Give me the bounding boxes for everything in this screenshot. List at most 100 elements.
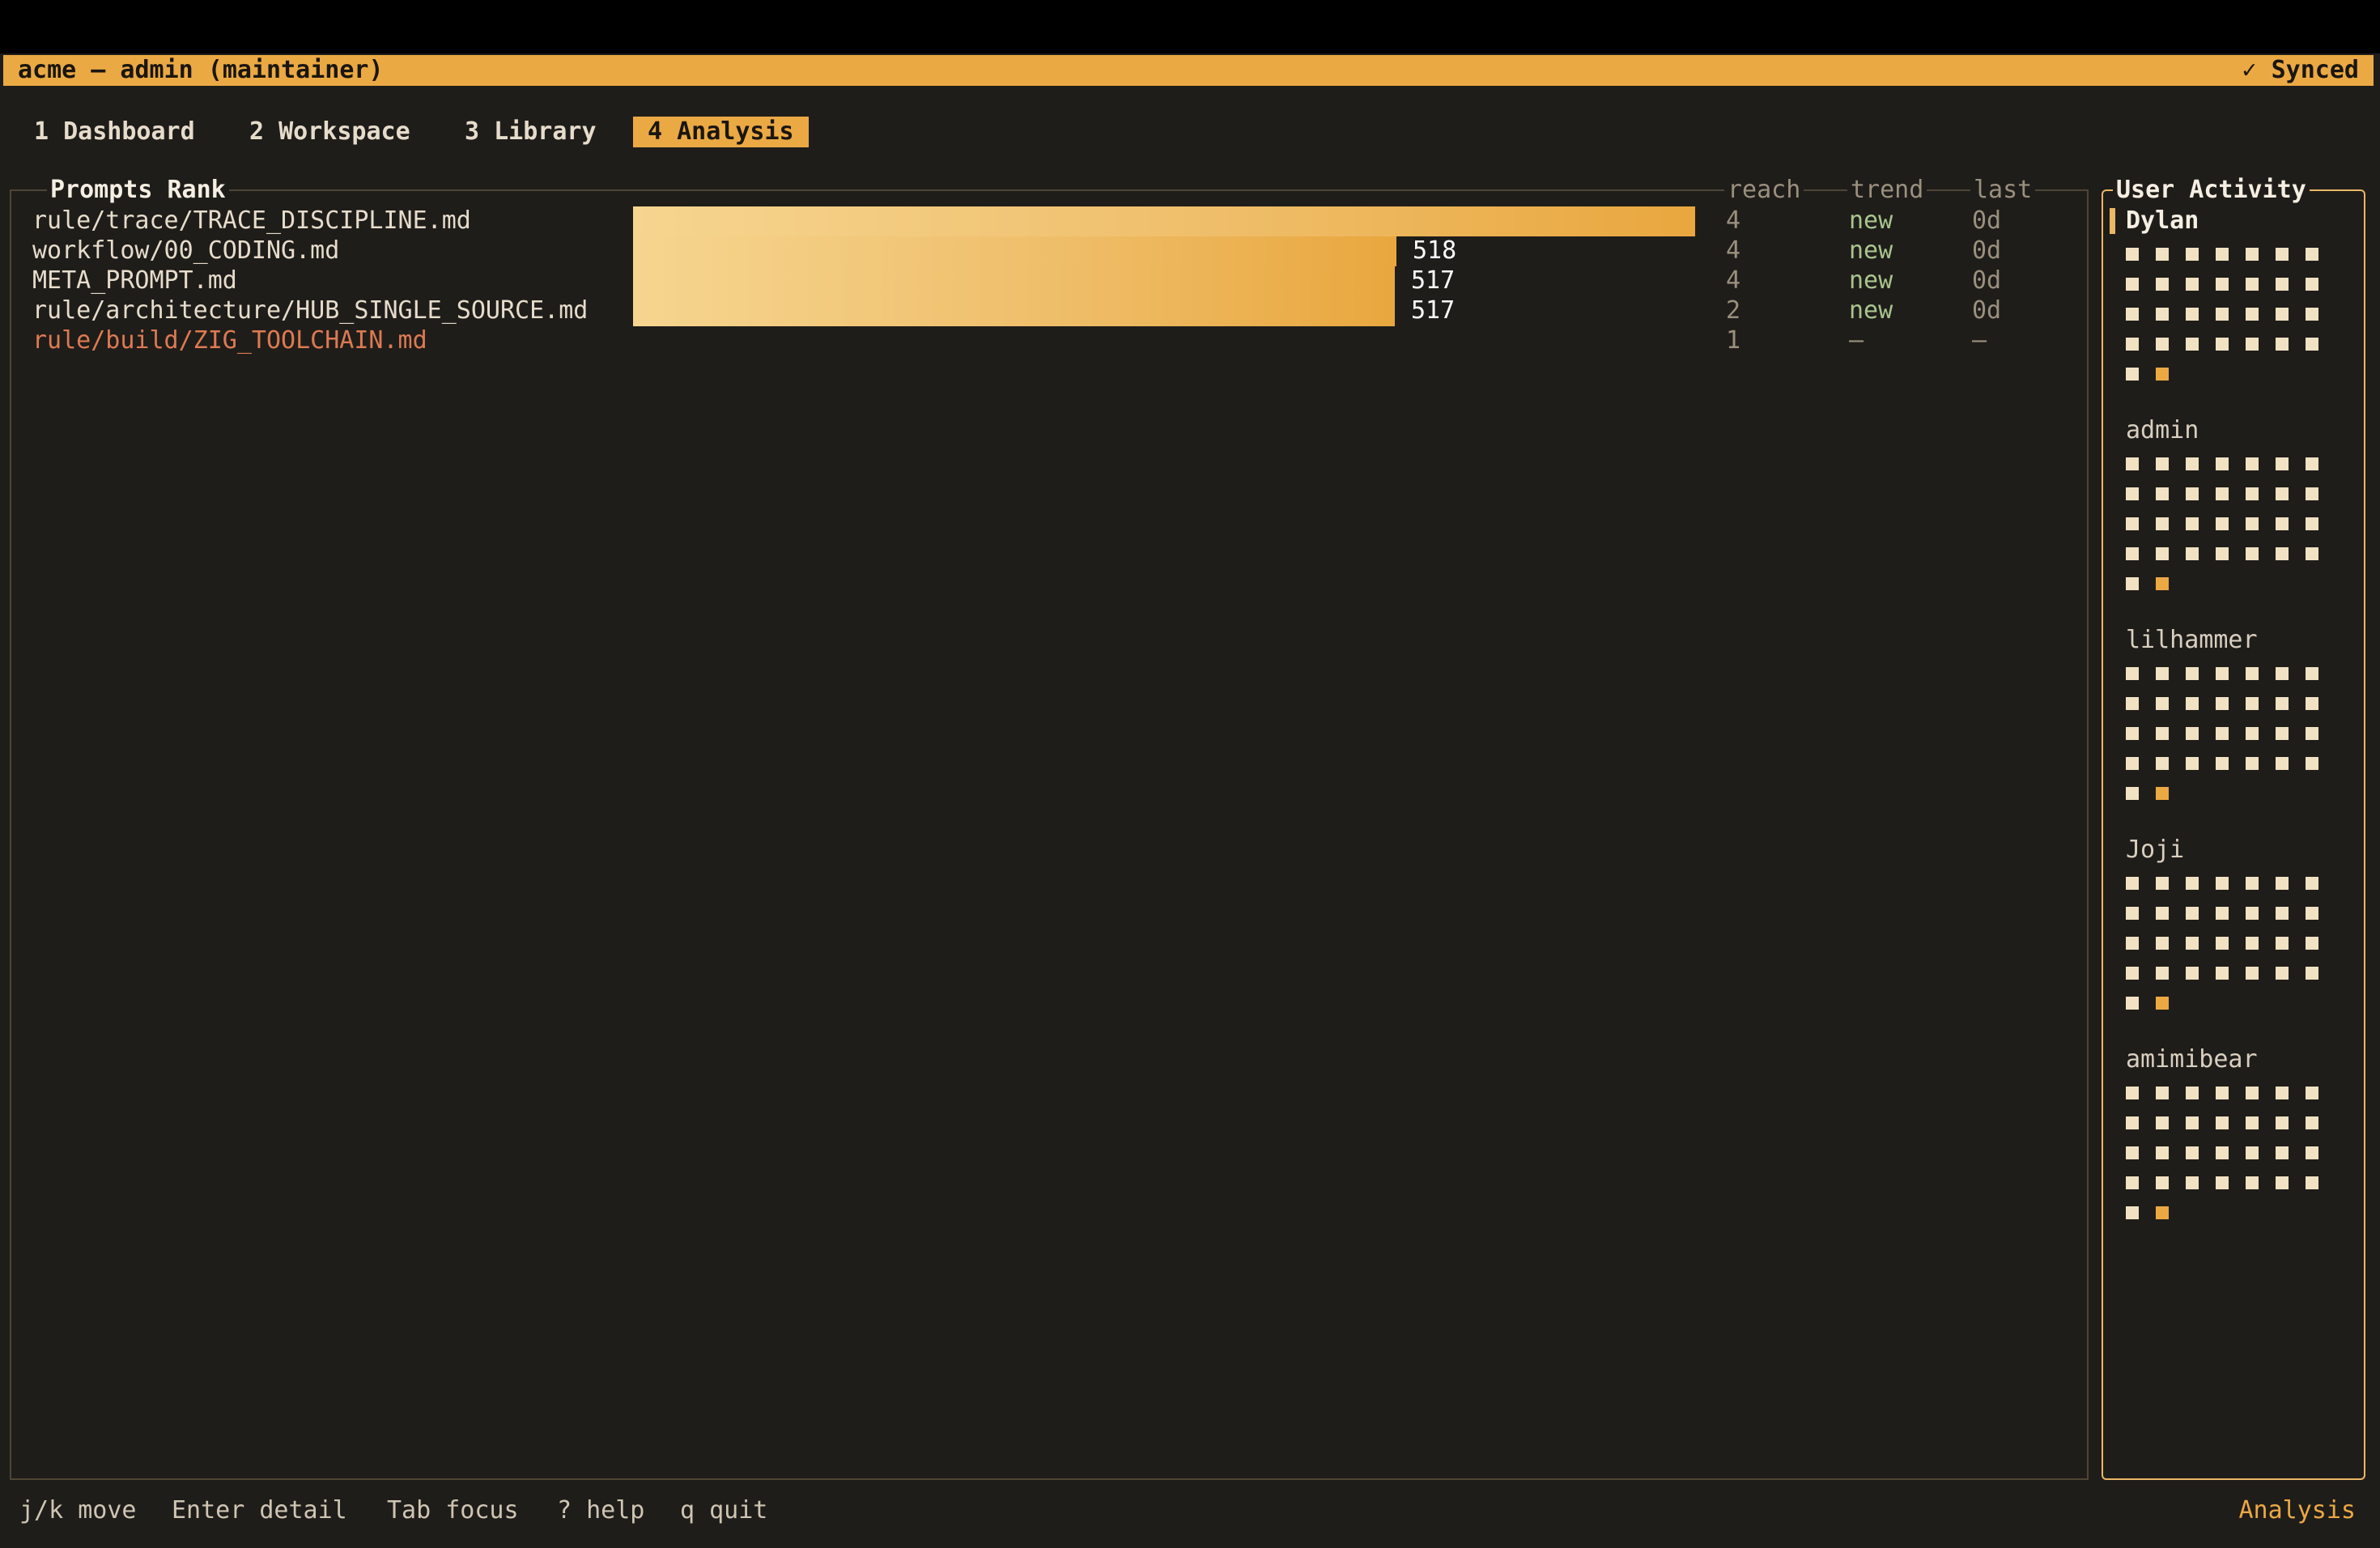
activity-cell: [2156, 278, 2169, 291]
activity-cell: [2306, 248, 2318, 261]
activity-cell: [2246, 248, 2259, 261]
prompt-name[interactable]: rule/architecture/HUB_SINGLE_SOURCE.md: [32, 296, 588, 325]
prompts-rank-panel[interactable]: Prompts Rank reach trend last: [10, 176, 2089, 1480]
usage-bar: [633, 206, 1695, 236]
activity-cell: [2126, 907, 2139, 920]
tab-dashboard[interactable]: 1 Dashboard: [19, 117, 210, 147]
trend-cell: new: [1849, 266, 1893, 295]
activity-cell: [2156, 308, 2169, 321]
activity-cell: [2246, 727, 2259, 740]
hint-help: ? help: [557, 1496, 645, 1525]
activity-cell: [2246, 338, 2259, 351]
activity-cell: [2306, 697, 2318, 710]
activity-cell: [2186, 697, 2199, 710]
usage-count: 518: [1413, 236, 1457, 265]
activity-cell: [2246, 487, 2259, 500]
activity-cell: [2216, 1176, 2229, 1189]
activity-cell: [2216, 248, 2229, 261]
prompt-name[interactable]: META_PROMPT.md: [32, 266, 237, 296]
activity-cell: [2276, 457, 2289, 470]
activity-cell: [2156, 727, 2169, 740]
user-name[interactable]: lilhammer: [2126, 626, 2258, 655]
activity-cell: [2306, 757, 2318, 770]
activity-cell: [2186, 517, 2199, 530]
tab-library[interactable]: 3 Library: [450, 117, 611, 147]
activity-cell: [2216, 967, 2229, 980]
user-activity-title: User Activity: [2113, 176, 2310, 204]
activity-cell: [2306, 278, 2318, 291]
activity-cell: [2186, 757, 2199, 770]
activity-cell: [2246, 757, 2259, 770]
prompt-name[interactable]: rule/build/ZIG_TOOLCHAIN.md: [32, 326, 427, 355]
user-name[interactable]: Joji: [2126, 836, 2184, 865]
activity-cell-today: [2156, 997, 2169, 1010]
user-name[interactable]: amimibear: [2126, 1045, 2258, 1074]
activity-cell: [2276, 308, 2289, 321]
activity-cell: [2216, 907, 2229, 920]
tab-analysis[interactable]: 4 Analysis: [633, 117, 809, 147]
activity-cell: [2216, 487, 2229, 500]
activity-cell: [2126, 697, 2139, 710]
activity-cell: [2186, 338, 2199, 351]
activity-cell: [2186, 967, 2199, 980]
activity-cell: [2126, 997, 2139, 1010]
activity-cell: [2156, 757, 2169, 770]
activity-cell: [2276, 967, 2289, 980]
activity-cell: [2156, 937, 2169, 950]
activity-cell: [2216, 667, 2229, 680]
user-activity-panel[interactable]: User Activity: [2102, 176, 2365, 1480]
activity-cell: [2216, 1116, 2229, 1129]
trend-cell: new: [1849, 296, 1893, 325]
activity-cell: [2216, 697, 2229, 710]
hint-enter-detail: Enter detail: [172, 1496, 347, 1525]
activity-cell: [2126, 368, 2139, 381]
user-name[interactable]: Dylan: [2126, 206, 2199, 236]
activity-cell: [2306, 308, 2318, 321]
activity-cell: [2186, 667, 2199, 680]
activity-cell: [2276, 547, 2289, 560]
activity-cell: [2186, 1087, 2199, 1099]
activity-cell: [2186, 1116, 2199, 1129]
activity-cell: [2306, 727, 2318, 740]
activity-cell: [2306, 517, 2318, 530]
activity-cell: [2306, 338, 2318, 351]
activity-cell: [2156, 248, 2169, 261]
activity-cell: [2216, 1087, 2229, 1099]
activity-cell: [2216, 457, 2229, 470]
activity-cell: [2126, 517, 2139, 530]
activity-cell-today: [2156, 368, 2169, 381]
activity-cell-today: [2156, 577, 2169, 590]
activity-cell: [2156, 1087, 2169, 1099]
activity-cell: [2186, 487, 2199, 500]
activity-cell: [2246, 967, 2259, 980]
reach-cell: 4: [1726, 266, 1741, 295]
activity-cell: [2186, 547, 2199, 560]
hint-quit: q quit: [680, 1496, 768, 1525]
activity-cell: [2186, 727, 2199, 740]
activity-cell: [2276, 757, 2289, 770]
activity-cell: [2126, 278, 2139, 291]
activity-cell: [2126, 338, 2139, 351]
prompt-name[interactable]: rule/trace/TRACE_DISCIPLINE.md: [32, 206, 471, 236]
activity-cell: [2156, 667, 2169, 680]
activity-cell: [2216, 937, 2229, 950]
activity-cell: [2156, 547, 2169, 560]
activity-cell: [2156, 517, 2169, 530]
activity-cell: [2126, 248, 2139, 261]
activity-cell: [2276, 487, 2289, 500]
activity-cell: [2246, 907, 2259, 920]
tab-workspace[interactable]: 2 Workspace: [235, 117, 425, 147]
hint-tab-focus: Tab focus: [387, 1496, 519, 1525]
activity-cell: [2156, 487, 2169, 500]
activity-cell: [2306, 457, 2318, 470]
activity-cell: [2246, 1176, 2259, 1189]
last-cell: 0d: [1972, 296, 2002, 325]
trend-cell: new: [1849, 236, 1893, 265]
prompt-name[interactable]: workflow/00_CODING.md: [32, 236, 339, 266]
user-name[interactable]: admin: [2126, 416, 2199, 445]
activity-cell: [2126, 757, 2139, 770]
activity-cell: [2126, 787, 2139, 800]
activity-cell: [2276, 278, 2289, 291]
col-reach-header: reach: [1724, 176, 1804, 204]
activity-cell: [2306, 1116, 2318, 1129]
